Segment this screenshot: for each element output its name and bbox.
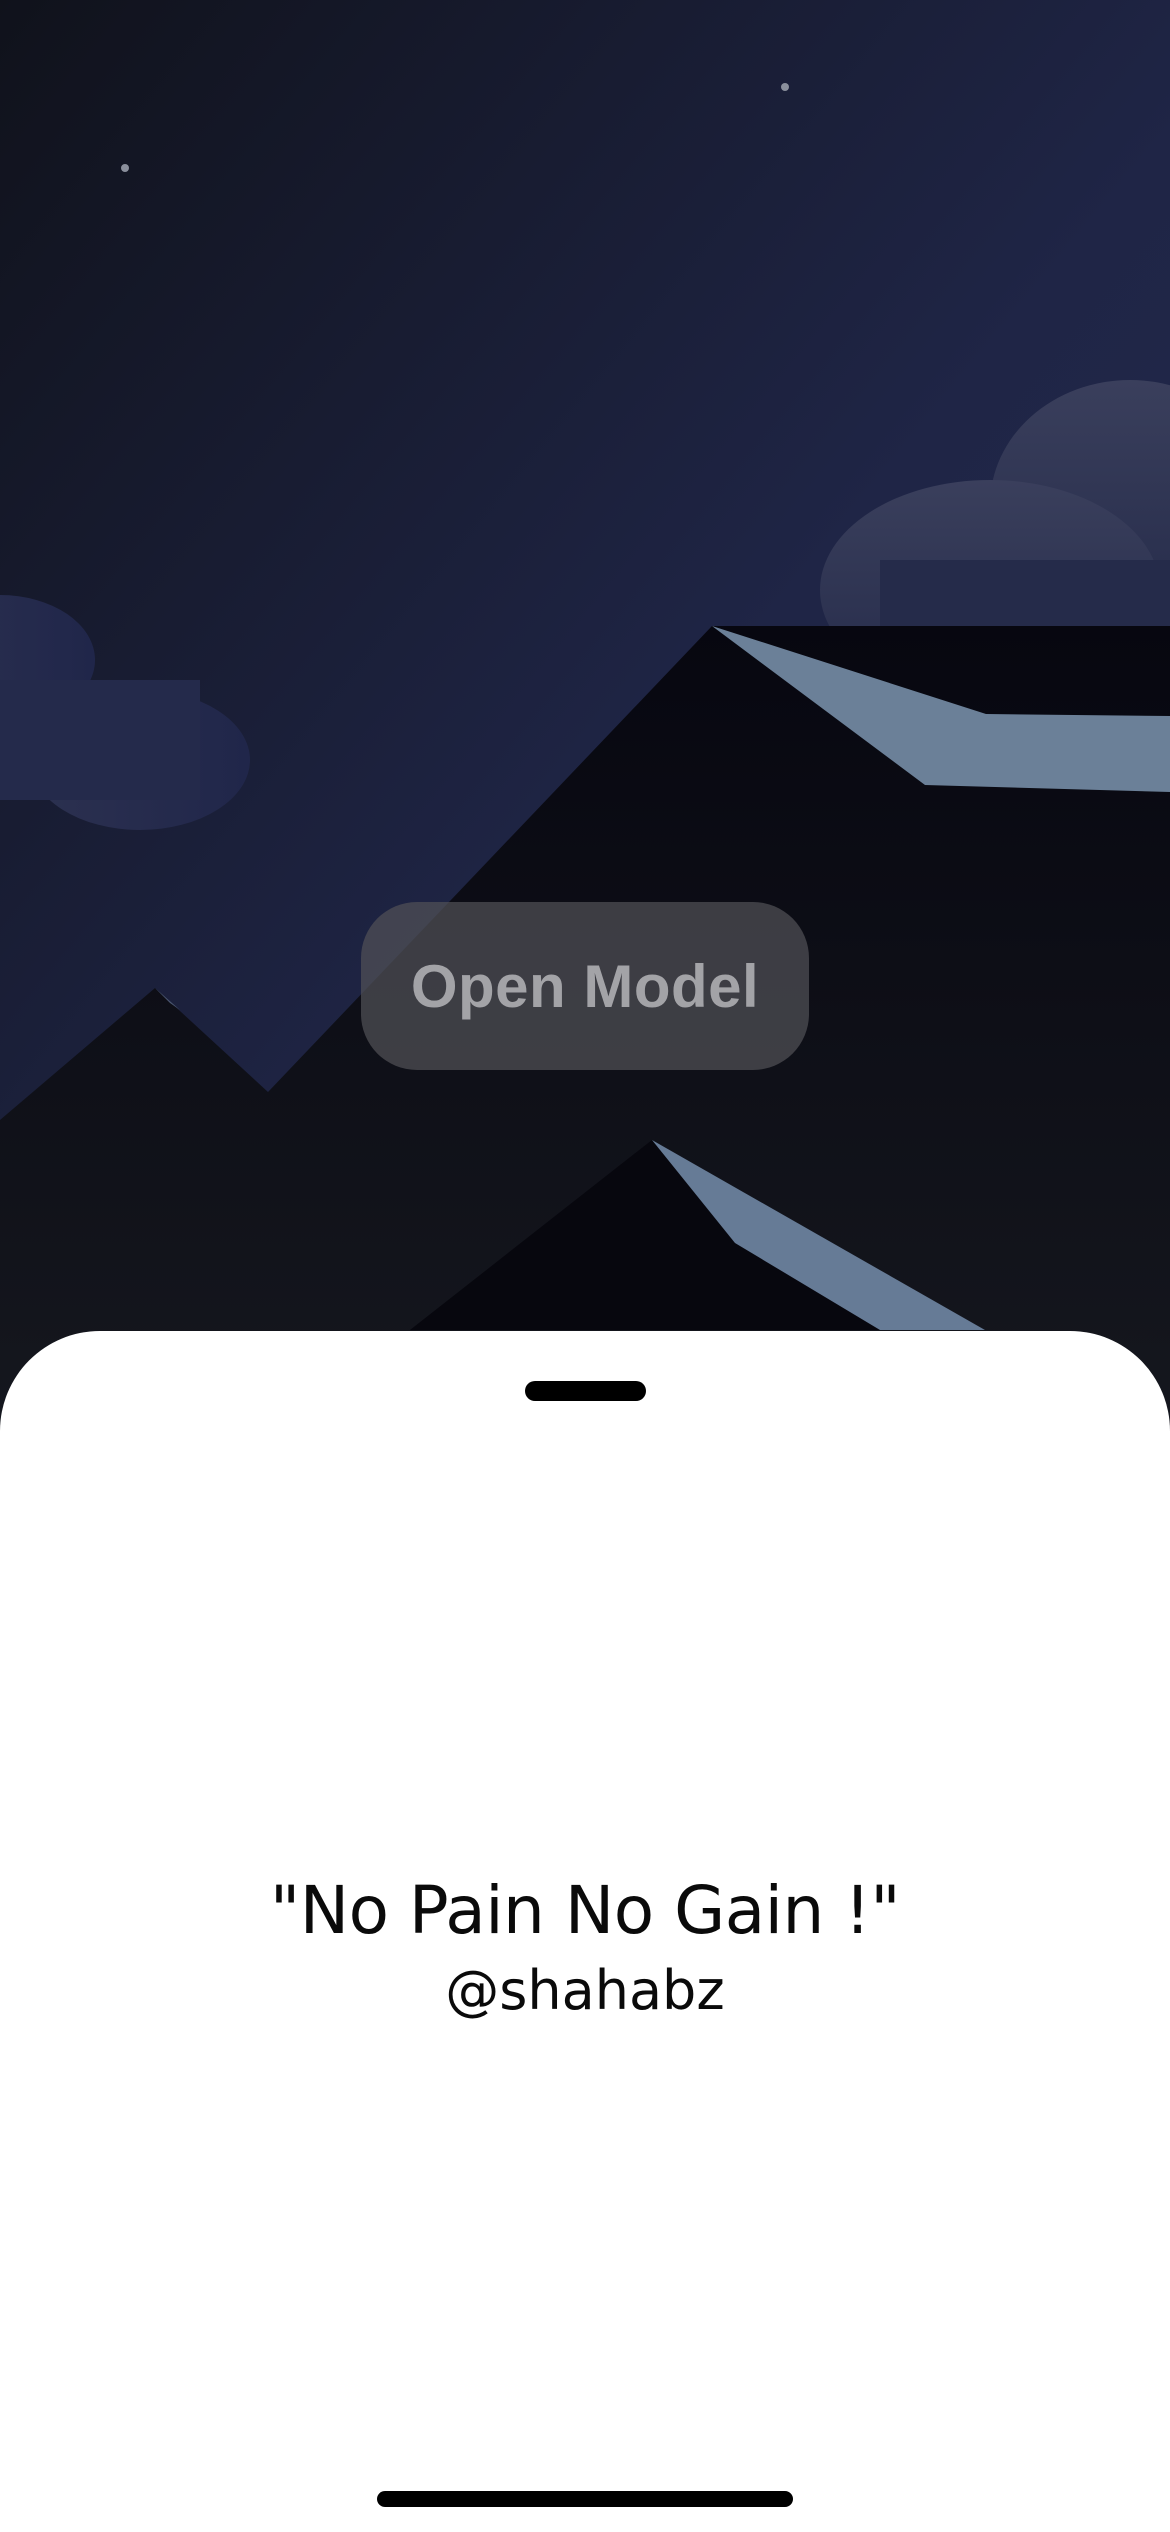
bottom-sheet: "No Pain No Gain !" @shahabz: [0, 1331, 1170, 2532]
app-screen: Open Model "No Pain No Gain !" @shahabz: [0, 0, 1170, 2532]
open-model-button[interactable]: Open Model: [361, 902, 809, 1070]
home-indicator[interactable]: [377, 2491, 793, 2507]
night-mountain-background: [0, 0, 1170, 1420]
sheet-grabber-handle[interactable]: [525, 1381, 646, 1401]
star: [781, 83, 789, 91]
quote-block: "No Pain No Gain !" @shahabz: [0, 1871, 1170, 2031]
quote-author: @shahabz: [445, 1959, 725, 2022]
quote-text: "No Pain No Gain !": [269, 1872, 901, 1949]
star: [121, 164, 129, 172]
background-illustration: [0, 0, 1170, 1420]
